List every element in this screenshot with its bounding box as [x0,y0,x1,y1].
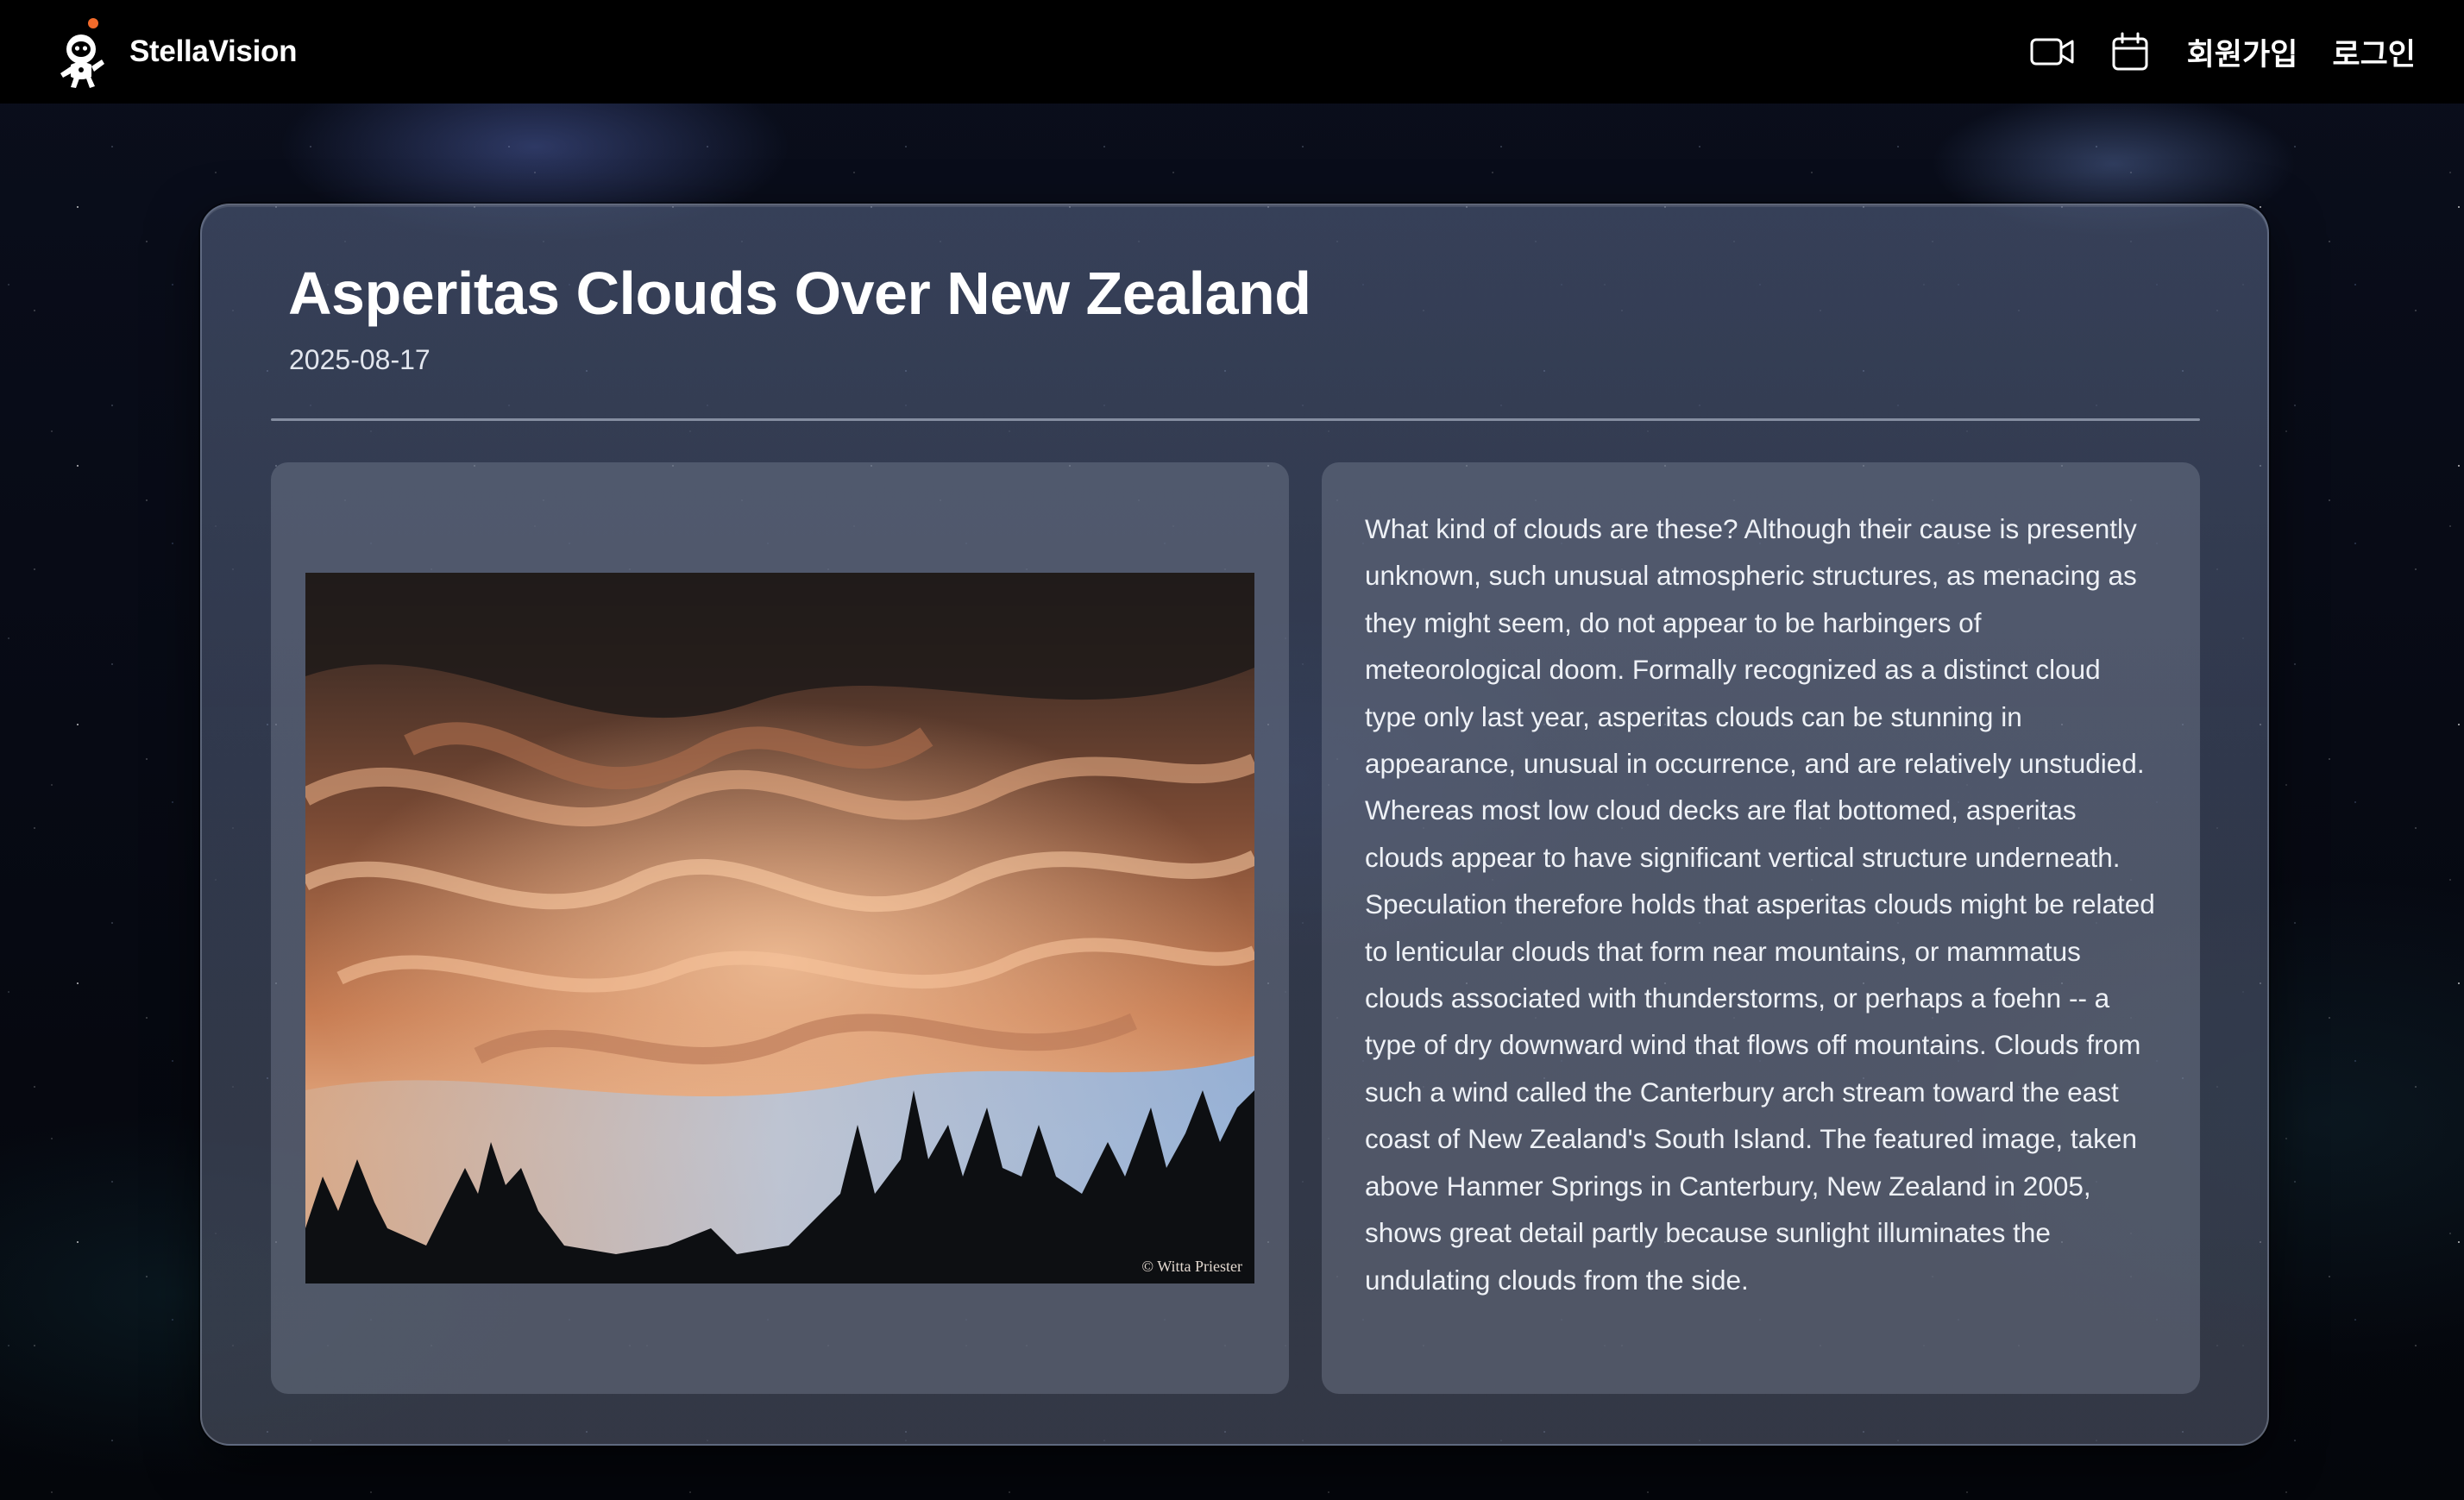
brand-name: StellaVision [129,35,298,68]
brand-home-link[interactable]: StellaVision [53,13,297,91]
login-link[interactable]: 로그인 [2332,30,2416,74]
video-camera-icon [2030,38,2074,66]
publish-date: 2025-08-17 [289,344,431,375]
apod-card: Asperitas Clouds Over New Zealand 2025-0… [200,204,2269,1446]
featured-image[interactable]: © Witta Priester [305,573,1254,1283]
explanation-panel: What kind of clouds are these? Although … [1322,462,2200,1394]
calendar-icon [2112,32,2148,71]
signup-link[interactable]: 회원가입 [2187,30,2298,74]
image-credit: © Witta Priester [1141,1258,1242,1275]
image-panel: © Witta Priester [271,462,1289,1394]
explanation-text: What kind of clouds are these? Although … [1365,513,2155,1296]
video-button[interactable] [2030,29,2075,74]
calendar-button[interactable] [2108,29,2153,74]
astronaut-logo-icon [60,18,104,88]
top-navigation-bar: StellaVision 회원가입 로그인 [0,0,2464,104]
asperitas-clouds-photo: © Witta Priester [305,573,1254,1283]
title-divider [271,418,2200,421]
page-title: Asperitas Clouds Over New Zealand [288,260,1311,327]
header-nav: 회원가입 로그인 [2030,29,2416,74]
